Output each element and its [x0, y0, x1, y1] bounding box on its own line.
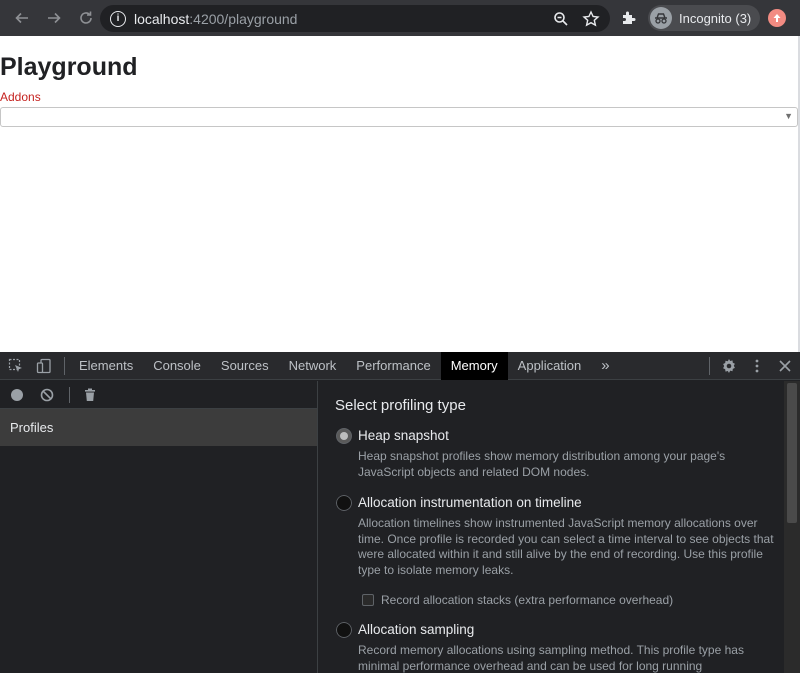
devtools-right-controls	[705, 352, 800, 380]
option-title: Heap snapshot	[358, 428, 449, 443]
tab-sources[interactable]: Sources	[211, 352, 279, 380]
option-title: Allocation instrumentation on timeline	[358, 495, 582, 510]
more-tabs-button[interactable]: »	[591, 352, 619, 380]
option-description: Record memory allocations using sampling…	[358, 643, 744, 673]
page-title: Playground	[0, 53, 138, 81]
device-toggle-icon	[36, 358, 51, 373]
page-viewport: Playground Addons ▼	[0, 36, 800, 352]
tab-console[interactable]: Console	[143, 352, 211, 380]
profiling-type-panel: Select profiling type Heap snapshot Heap…	[319, 381, 784, 673]
record-button[interactable]	[9, 387, 25, 403]
arrow-left-icon	[15, 12, 28, 24]
panel-scrollbar[interactable]	[784, 381, 800, 673]
browser-toolbar: i localhost:4200/playground Incognito (3…	[0, 0, 800, 36]
incognito-icon	[650, 7, 672, 29]
dropdown-arrow-icon: ▼	[784, 111, 793, 121]
zoom-icon[interactable]	[552, 10, 570, 28]
back-button[interactable]	[8, 4, 36, 32]
gear-icon	[723, 359, 735, 373]
record-icon	[11, 388, 23, 401]
clear-profiles-button[interactable]	[39, 387, 55, 403]
devtools-panel: Elements Console Sources Network Perform…	[0, 351, 800, 673]
profile-button[interactable]: Incognito (3)	[648, 5, 760, 31]
section-title: Select profiling type	[335, 397, 466, 414]
profile-label: Incognito (3)	[679, 10, 752, 26]
option-title: Allocation sampling	[358, 622, 475, 637]
inspect-element-button[interactable]	[0, 352, 32, 380]
memory-toolbar	[0, 381, 317, 409]
option-description: Heap snapshot profiles show memory distr…	[358, 449, 726, 479]
profiles-sidebar: Profiles	[0, 381, 318, 673]
url-path: :4200/playground	[189, 10, 298, 27]
collect-garbage-button[interactable]	[82, 387, 98, 403]
tab-memory[interactable]: Memory	[440, 351, 508, 380]
site-info-icon[interactable]: i	[110, 10, 126, 27]
tab-elements[interactable]: Elements	[69, 352, 143, 380]
device-toolbar-button[interactable]	[32, 352, 56, 380]
record-stacks-checkbox-row[interactable]: Record allocation stacks (extra performa…	[362, 593, 673, 607]
allocation-timeline-radio[interactable]	[335, 494, 353, 512]
tab-application[interactable]: Application	[508, 352, 592, 380]
arrow-right-icon	[48, 12, 61, 24]
scrollbar-thumb[interactable]	[787, 383, 797, 523]
toolbar-divider	[709, 357, 710, 375]
tab-network[interactable]: Network	[279, 352, 347, 380]
addons-label: Addons	[0, 90, 41, 104]
sidebar-item-profiles[interactable]: Profiles	[0, 409, 317, 446]
addons-select[interactable]: ▼	[0, 107, 798, 127]
customize-menu-button[interactable]	[744, 352, 770, 380]
url-text[interactable]: localhost:4200/playground	[134, 11, 297, 27]
extensions-puzzle-icon[interactable]	[620, 9, 638, 27]
toolbar-divider	[69, 386, 70, 403]
option-description: Allocation timelines show instrumented J…	[358, 516, 774, 577]
tab-performance[interactable]: Performance	[346, 352, 440, 380]
devtools-tabbar: Elements Console Sources Network Perform…	[0, 351, 800, 380]
clear-icon	[40, 388, 54, 401]
kebab-menu-icon	[755, 359, 759, 373]
toolbar-divider	[64, 356, 65, 375]
url-host: localhost	[134, 10, 190, 27]
close-icon	[779, 360, 791, 372]
record-stacks-label: Record allocation stacks (extra performa…	[381, 593, 674, 607]
bookmark-star-icon[interactable]	[582, 10, 600, 28]
inspect-cursor-icon	[8, 358, 22, 372]
reload-button[interactable]	[72, 4, 100, 32]
heap-snapshot-radio[interactable]	[335, 427, 353, 445]
update-available-icon[interactable]	[768, 9, 786, 27]
trash-icon	[85, 388, 95, 401]
record-stacks-checkbox[interactable]	[362, 594, 374, 606]
address-bar[interactable]: i localhost:4200/playground	[100, 5, 610, 32]
settings-button[interactable]	[714, 352, 744, 380]
close-devtools-button[interactable]	[770, 352, 800, 380]
reload-icon	[80, 11, 92, 24]
forward-button[interactable]	[40, 4, 68, 32]
allocation-sampling-radio[interactable]	[335, 621, 353, 639]
